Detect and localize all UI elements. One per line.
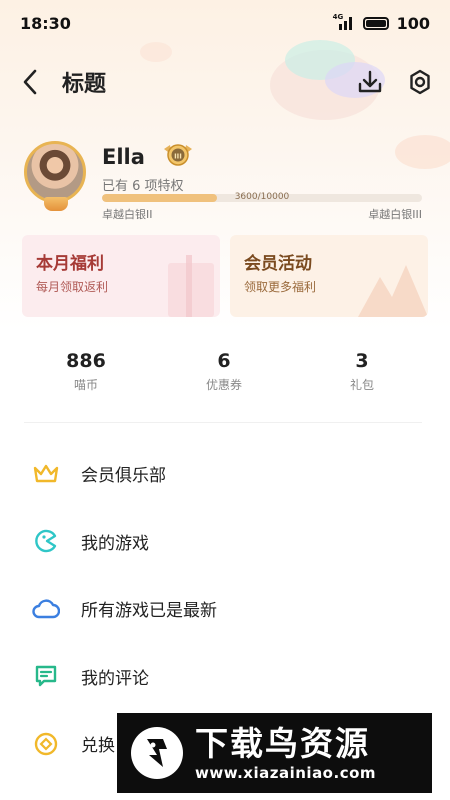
- menu-label: 所有游戏已是最新: [81, 601, 217, 622]
- bird-logo-icon: [131, 727, 183, 779]
- signal-icon: 4G: [332, 13, 355, 30]
- avatar[interactable]: [24, 141, 90, 213]
- menu-item-member-club[interactable]: 会员俱乐部: [0, 440, 450, 508]
- username: Ella: [102, 145, 145, 169]
- card-title: 会员活动: [244, 254, 312, 274]
- benefit-cards: 本月福利 每月领取返利 会员活动 领取更多福利: [22, 235, 428, 317]
- menu-label: 我的游戏: [81, 533, 149, 554]
- stat-coupons[interactable]: 6 优惠券: [155, 350, 293, 400]
- menu-label: 会员俱乐部: [81, 466, 166, 487]
- crown-icon: [32, 460, 60, 488]
- nav-bar: 标题: [0, 58, 450, 106]
- network-type: 4G: [332, 13, 344, 21]
- menu-item-my-games[interactable]: 我的游戏: [0, 508, 450, 576]
- stat-value: 3: [355, 350, 369, 372]
- menu-item-my-comments[interactable]: 我的评论: [0, 643, 450, 711]
- battery-icon: [362, 16, 389, 30]
- menu-label: 我的评论: [81, 668, 149, 689]
- avatar-frame-badge-icon: [44, 197, 68, 211]
- battery-level: 100: [396, 13, 430, 33]
- stats-row: 886 喵币 6 优惠券 3 礼包: [0, 350, 450, 400]
- stat-value: 886: [66, 350, 106, 372]
- divider: [24, 422, 422, 423]
- stat-label: 礼包: [349, 378, 374, 392]
- watermark-title: 下载鸟资源: [195, 724, 370, 763]
- monthly-benefit-card[interactable]: 本月福利 每月领取返利: [22, 235, 220, 317]
- pacman-icon: [32, 527, 60, 555]
- profile-header: Ella III 已有 6 项特权 3600/10000 卓越白银II 卓越白银…: [24, 141, 426, 221]
- chevron-left-icon[interactable]: [16, 68, 44, 96]
- card-title: 本月福利: [36, 254, 104, 274]
- level-badge-text: III: [174, 153, 182, 161]
- cloud-icon: [32, 595, 60, 623]
- watermark-url: www.xiazainiao.com: [195, 764, 377, 782]
- stat-coins[interactable]: 886 喵币: [17, 350, 155, 400]
- status-bar: 18:30 4G 100: [0, 0, 450, 46]
- comment-icon: [32, 662, 60, 690]
- member-activity-card[interactable]: 会员活动 领取更多福利: [230, 235, 428, 317]
- stat-label: 优惠券: [205, 378, 242, 392]
- coin-icon: [32, 730, 60, 758]
- status-time: 18:30: [20, 13, 71, 33]
- download-icon[interactable]: [356, 68, 384, 96]
- level-next: 卓越白银III: [368, 208, 422, 221]
- level-badge-icon[interactable]: III: [162, 141, 194, 171]
- level-current: 卓越白银II: [102, 208, 153, 221]
- menu-item-game-updates[interactable]: 所有游戏已是最新: [0, 575, 450, 643]
- progress-value: 3600/10000: [234, 192, 290, 202]
- card-subtitle: 每月领取返利: [36, 280, 109, 294]
- card-subtitle: 领取更多福利: [244, 280, 317, 294]
- gear-icon[interactable]: [406, 68, 434, 96]
- page-title: 标题: [62, 72, 107, 97]
- stat-label: 喵币: [73, 378, 98, 392]
- menu-label: 兑换: [81, 736, 115, 757]
- watermark-banner: 下载鸟资源 www.xiazainiao.com: [117, 713, 432, 793]
- stat-gift-packs[interactable]: 3 礼包: [293, 350, 431, 400]
- stat-value: 6: [217, 350, 231, 372]
